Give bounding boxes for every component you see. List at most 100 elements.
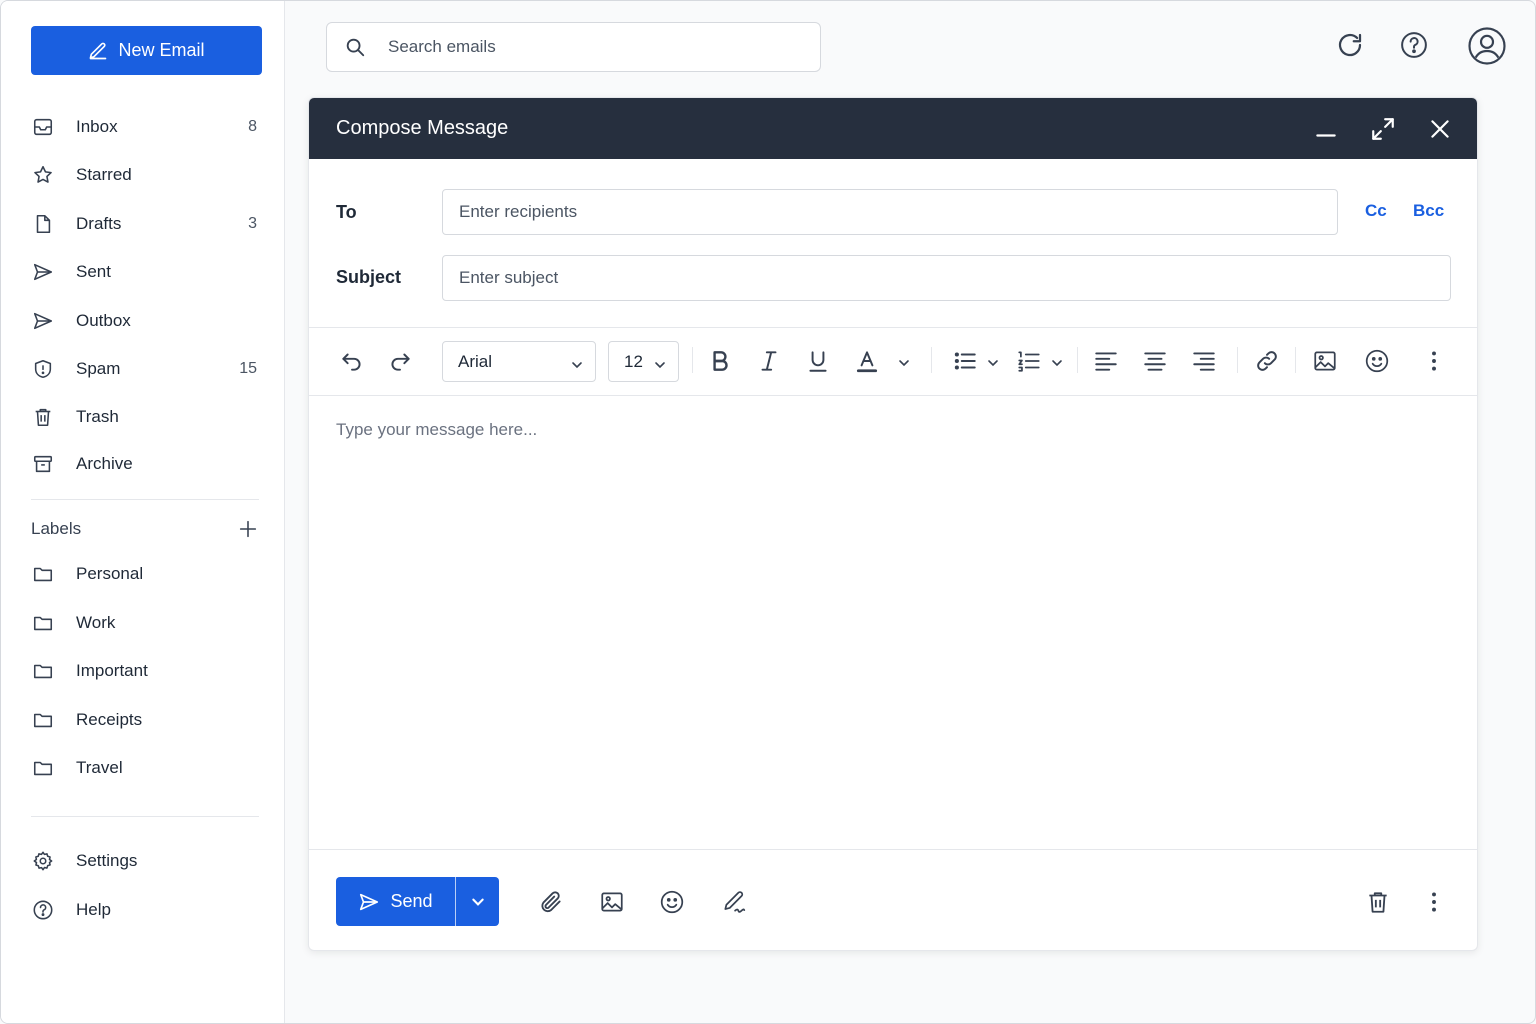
- gear-icon: [31, 849, 55, 873]
- attachment-icon[interactable]: [538, 889, 564, 915]
- sidebar-item-help[interactable]: Help: [31, 890, 259, 930]
- signature-icon[interactable]: [721, 889, 747, 915]
- align-center-icon[interactable]: [1142, 348, 1168, 374]
- chevron-down-icon[interactable]: [987, 356, 999, 368]
- bcc-button[interactable]: Bcc: [1413, 201, 1444, 221]
- pencil-icon: [90, 42, 107, 59]
- sidebar-item-label: Spam: [76, 359, 121, 378]
- send-icon: [31, 309, 55, 333]
- sidebar-item-label: Starred: [76, 165, 132, 184]
- footer-divider: [309, 849, 1477, 850]
- subject-label: Subject: [336, 267, 402, 287]
- expand-icon[interactable]: [1370, 116, 1396, 142]
- compose-dialog: Compose Message To Cc Bcc Subject Arial: [308, 97, 1478, 951]
- sidebar-item-starred[interactable]: Starred: [31, 155, 259, 195]
- sidebar-item-inbox[interactable]: Inbox 8: [31, 107, 259, 147]
- label-item-label: Work: [76, 613, 116, 632]
- sidebar-divider: [31, 816, 259, 817]
- send-button[interactable]: Send: [336, 877, 455, 926]
- subject-field[interactable]: [442, 255, 1451, 301]
- sidebar-item-outbox[interactable]: Outbox: [31, 301, 259, 341]
- sidebar-item-label: Archive: [76, 454, 133, 473]
- more-vertical-icon[interactable]: [1421, 348, 1447, 374]
- to-field[interactable]: [442, 189, 1338, 235]
- sidebar-item-settings[interactable]: Settings: [31, 841, 259, 881]
- send-button-group: Send: [336, 877, 499, 926]
- star-icon: [31, 163, 55, 187]
- new-email-button[interactable]: New Email: [31, 26, 262, 75]
- folder-icon: [31, 756, 55, 780]
- sidebar-item-trash[interactable]: Trash: [31, 397, 259, 437]
- toolbar-separator: [692, 347, 693, 373]
- file-icon: [31, 212, 55, 236]
- emoji-icon[interactable]: [1364, 348, 1390, 374]
- font-size-value: 12: [624, 351, 643, 371]
- cc-button[interactable]: Cc: [1365, 201, 1387, 221]
- sidebar-item-spam[interactable]: Spam 15: [31, 349, 259, 389]
- compose-title: Compose Message: [336, 117, 509, 139]
- sidebar-item-label: Settings: [76, 851, 138, 870]
- unread-count: 3: [248, 215, 257, 232]
- minimize-icon[interactable]: [1313, 116, 1339, 142]
- message-body[interactable]: [336, 420, 1436, 820]
- chevron-down-icon[interactable]: [898, 356, 910, 368]
- align-right-icon[interactable]: [1191, 348, 1217, 374]
- unread-count: 8: [248, 118, 257, 135]
- sidebar-item-sent[interactable]: Sent: [31, 252, 259, 292]
- labels-title: Labels: [31, 519, 82, 538]
- help-icon[interactable]: [1399, 30, 1429, 60]
- folder-icon: [31, 659, 55, 683]
- emoji-icon[interactable]: [659, 889, 685, 915]
- user-icon[interactable]: [1467, 26, 1507, 66]
- redo-icon[interactable]: [387, 348, 413, 374]
- underline-icon[interactable]: [805, 348, 831, 374]
- chevron-down-icon: [654, 356, 666, 369]
- label-item-personal[interactable]: Personal: [31, 554, 259, 594]
- italic-icon[interactable]: [756, 348, 782, 374]
- image-icon[interactable]: [1312, 348, 1338, 374]
- bullet-list-icon[interactable]: [952, 348, 978, 374]
- archive-icon: [31, 452, 55, 476]
- search-input[interactable]: [388, 37, 788, 57]
- send-icon: [31, 260, 55, 284]
- bold-icon[interactable]: [707, 348, 733, 374]
- numbered-list-icon[interactable]: [1016, 348, 1042, 374]
- sidebar-item-drafts[interactable]: Drafts 3: [31, 204, 259, 244]
- label-item-receipts[interactable]: Receipts: [31, 700, 259, 740]
- label-item-travel[interactable]: Travel: [31, 748, 259, 788]
- label-item-important[interactable]: Important: [31, 651, 259, 691]
- send-icon: [360, 893, 379, 910]
- label-item-work[interactable]: Work: [31, 603, 259, 643]
- toolbar-divider-bottom: [309, 395, 1477, 396]
- font-family-select[interactable]: Arial: [442, 341, 596, 382]
- plus-icon[interactable]: [237, 518, 259, 540]
- undo-icon[interactable]: [339, 348, 365, 374]
- link-icon[interactable]: [1254, 348, 1280, 374]
- chevron-down-icon: [471, 898, 484, 906]
- sidebar-item-label: Inbox: [76, 117, 118, 136]
- font-size-select[interactable]: 12: [608, 341, 679, 382]
- align-left-icon[interactable]: [1093, 348, 1119, 374]
- sidebar-item-label: Help: [76, 900, 111, 919]
- refresh-icon[interactable]: [1335, 30, 1365, 60]
- sidebar: New Email Inbox 8 Starred Drafts 3 Sent: [1, 1, 285, 1023]
- sidebar-item-label: Sent: [76, 262, 111, 281]
- chevron-down-icon: [571, 356, 583, 369]
- search-bar: [326, 22, 821, 72]
- chevron-down-icon[interactable]: [1051, 356, 1063, 368]
- unread-count: 15: [239, 360, 257, 377]
- help-icon: [31, 898, 55, 922]
- text-color-icon[interactable]: [854, 348, 880, 374]
- close-icon[interactable]: [1427, 116, 1453, 142]
- more-vertical-icon[interactable]: [1421, 889, 1447, 915]
- trash-icon: [31, 405, 55, 429]
- toolbar-separator: [1077, 347, 1078, 373]
- search-icon: [346, 38, 365, 57]
- send-options-button[interactable]: [456, 877, 499, 926]
- trash-icon[interactable]: [1365, 889, 1391, 915]
- insert-image-icon[interactable]: [599, 889, 625, 915]
- label-item-label: Receipts: [76, 710, 143, 729]
- sidebar-item-archive[interactable]: Archive: [31, 444, 259, 484]
- sidebar-divider: [31, 499, 259, 500]
- compose-header: Compose Message: [309, 98, 1477, 159]
